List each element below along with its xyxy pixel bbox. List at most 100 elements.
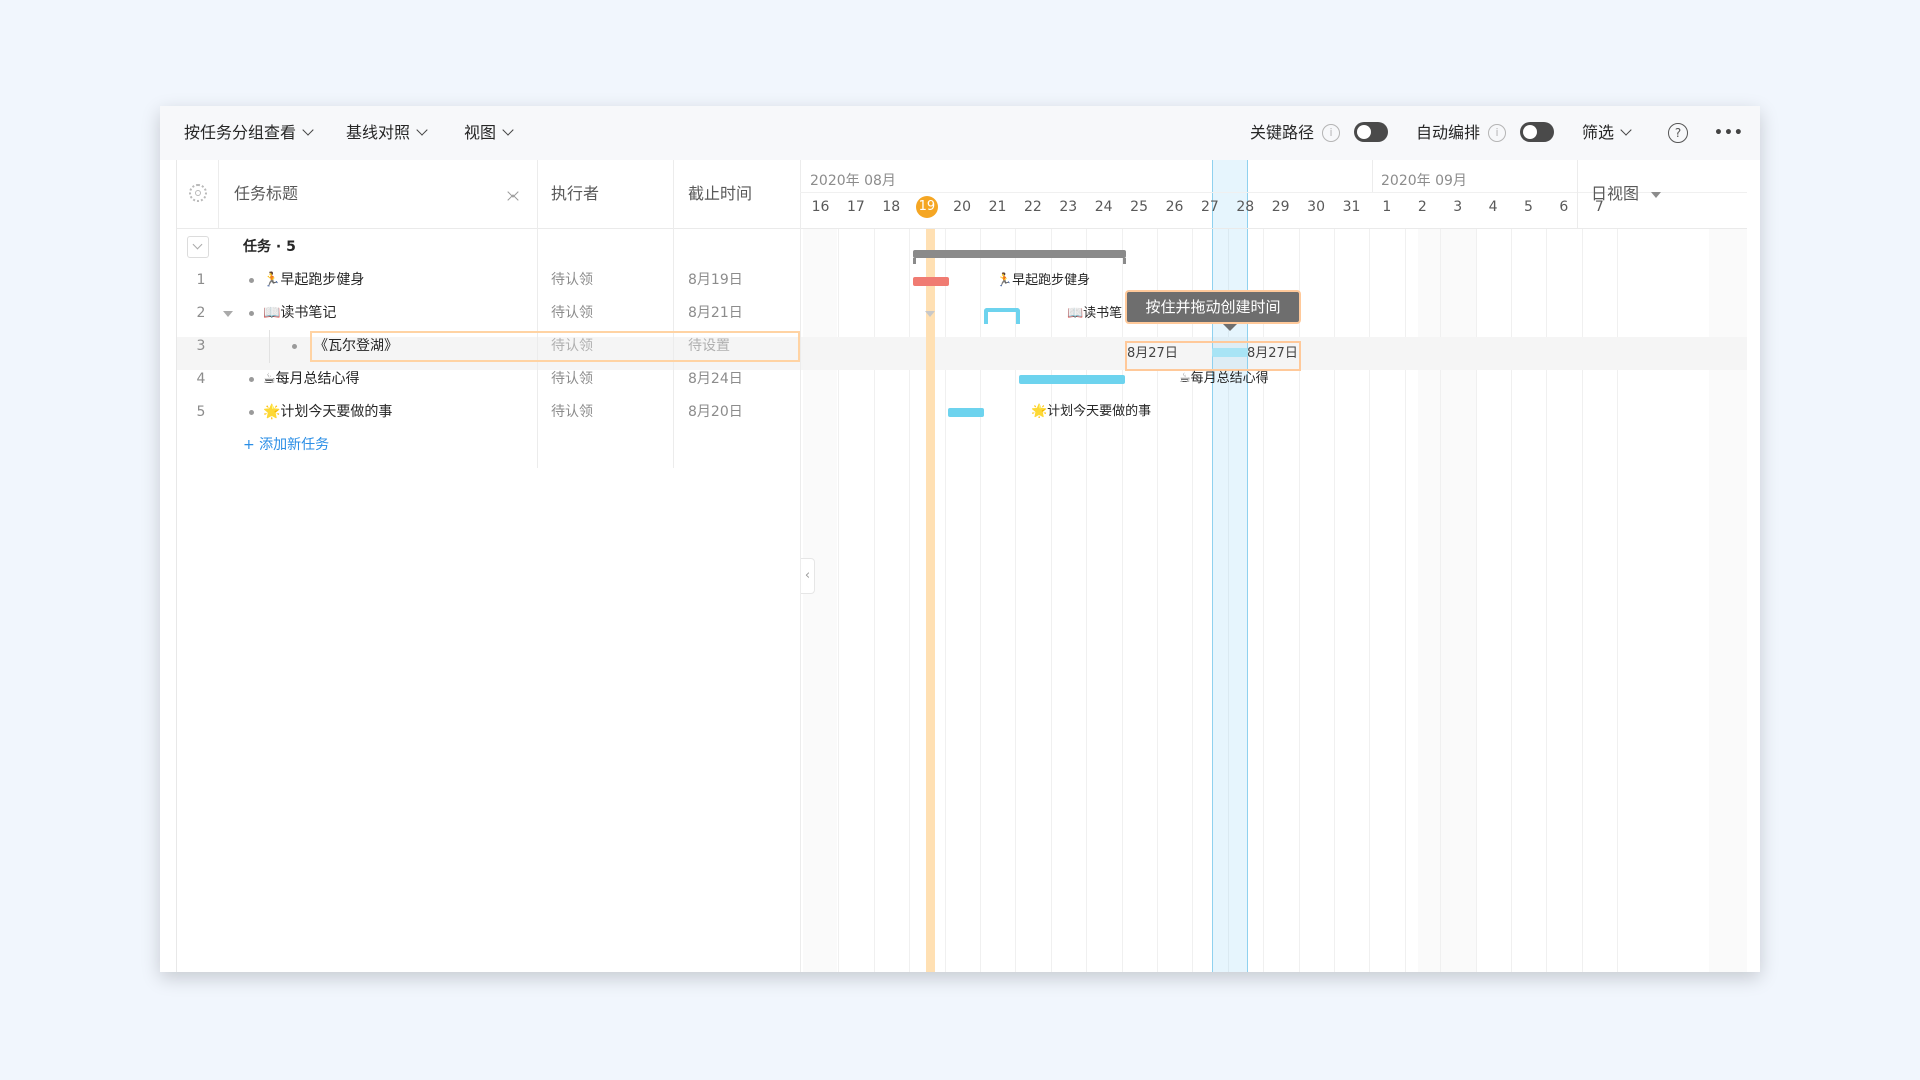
gantt-bar-label: ☕每月总结心得 bbox=[1179, 371, 1269, 386]
collapse-caret-icon[interactable] bbox=[925, 311, 935, 317]
today-line bbox=[926, 228, 935, 972]
caret-down-icon bbox=[1651, 191, 1662, 198]
group-label: 任务 · 5 bbox=[243, 239, 296, 255]
task-assignee[interactable]: 待认领 bbox=[551, 330, 593, 363]
gantt-bar-label: 🌟计划今天要做的事 bbox=[1031, 404, 1152, 419]
day-label: 18 bbox=[882, 199, 901, 215]
task-title[interactable]: 🌟计划今天要做的事 bbox=[263, 396, 392, 429]
task-row[interactable]: 1 🏃早起跑步健身 待认领 8月19日 bbox=[177, 264, 800, 297]
day-label: 21 bbox=[988, 199, 1007, 215]
group-view-label: 按任务分组查看 bbox=[184, 123, 297, 142]
group-view-dropdown[interactable]: 按任务分组查看 bbox=[184, 106, 314, 160]
task-deadline[interactable]: 8月21日 bbox=[688, 297, 743, 330]
info-icon[interactable]: i bbox=[1322, 123, 1341, 142]
day-label: 25 bbox=[1130, 199, 1148, 215]
chevron-down-icon bbox=[192, 239, 203, 250]
column-divider bbox=[1577, 160, 1578, 228]
task-row[interactable]: 4 ☕每月总结心得 待认领 8月24日 bbox=[177, 363, 800, 396]
chevron-down-icon bbox=[502, 124, 514, 136]
gantt-bar-task-4[interactable] bbox=[1019, 375, 1125, 384]
day-label: 5 bbox=[1524, 199, 1533, 215]
add-task-link[interactable]: + 添加新任务 bbox=[243, 429, 329, 462]
gantt-bar-label: 🏃早起跑步健身 bbox=[996, 273, 1091, 288]
group-collapse-toggle[interactable] bbox=[187, 236, 209, 258]
grid-header: 任务标题 执行者 截止时间 2020年 08月 2020年 09月 16 17 18… bbox=[177, 160, 1747, 229]
task-deadline[interactable]: 8月19日 bbox=[688, 264, 743, 297]
chevron-down-icon bbox=[416, 124, 428, 136]
day-label: 1 bbox=[1382, 199, 1392, 215]
task-deadline[interactable]: 8月24日 bbox=[688, 363, 743, 396]
auto-schedule-toggle[interactable] bbox=[1520, 122, 1554, 142]
day-label: 29 bbox=[1271, 199, 1290, 215]
gantt-panel: 任务标题 执行者 截止时间 2020年 08月 2020年 09月 16 17 18… bbox=[176, 160, 1747, 972]
task-title[interactable]: 《瓦尔登湖》 bbox=[314, 330, 398, 363]
day-label: 23 bbox=[1059, 199, 1078, 215]
task-row[interactable]: 2 📖读书笔记 待认领 8月21日 bbox=[177, 297, 800, 330]
chevron-left-icon: ‹ bbox=[804, 568, 811, 583]
auto-schedule-label: 自动编排 i bbox=[1416, 106, 1507, 160]
view-label: 视图 bbox=[464, 123, 497, 142]
gantt-bar-task-5[interactable] bbox=[948, 408, 984, 417]
gantt-bar-task-3-preview[interactable] bbox=[1212, 348, 1248, 357]
drag-hint-tooltip: 按住并拖动创建时间 bbox=[1125, 290, 1301, 324]
filter-dropdown[interactable]: 筛选 bbox=[1582, 106, 1632, 160]
today-day-badge: 19 bbox=[915, 196, 938, 218]
task-deadline[interactable]: 待设置 bbox=[688, 330, 730, 363]
column-divider bbox=[800, 228, 801, 972]
column-header-title[interactable]: 任务标题 bbox=[234, 160, 298, 228]
task-deadline[interactable]: 8月20日 bbox=[688, 396, 743, 429]
day-label: 30 bbox=[1307, 199, 1325, 215]
row-number: 2 bbox=[196, 305, 206, 321]
row-number: 3 bbox=[196, 338, 206, 354]
task-assignee[interactable]: 待认领 bbox=[551, 396, 593, 429]
task-title[interactable]: 📖读书笔记 bbox=[263, 297, 336, 330]
filter-label: 筛选 bbox=[1582, 123, 1615, 142]
settings-gear-icon[interactable] bbox=[189, 184, 207, 202]
expand-caret-icon[interactable] bbox=[223, 311, 233, 317]
day-label: 28 bbox=[1236, 199, 1255, 215]
info-icon[interactable]: i bbox=[1488, 123, 1507, 142]
baseline-dropdown[interactable]: 基线对照 bbox=[346, 106, 428, 160]
column-header-deadline[interactable]: 截止时间 bbox=[688, 160, 752, 228]
bullet-dot bbox=[249, 311, 254, 316]
column-header-assignee[interactable]: 执行者 bbox=[551, 160, 599, 228]
task-assignee[interactable]: 待认领 bbox=[551, 297, 593, 330]
subtask-row[interactable]: 3 《瓦尔登湖》 待认领 待设置 bbox=[177, 330, 800, 363]
view-mode-label: 日视图 bbox=[1591, 184, 1640, 203]
hovered-day-column bbox=[1212, 160, 1248, 972]
critical-path-toggle[interactable] bbox=[1354, 122, 1388, 142]
day-label: 16 bbox=[811, 199, 830, 215]
day-label: 27 bbox=[1200, 199, 1219, 215]
day-label: 20 bbox=[953, 199, 971, 215]
task-title[interactable]: 🏃早起跑步健身 bbox=[263, 264, 364, 297]
collapse-all-icon[interactable] bbox=[507, 184, 519, 206]
bullet-dot bbox=[249, 410, 254, 415]
gantt-parent-bar-task-2[interactable] bbox=[984, 308, 1020, 324]
task-row[interactable]: 5 🌟计划今天要做的事 待认领 8月20日 bbox=[177, 396, 800, 429]
day-label: 17 bbox=[846, 199, 865, 215]
range-end-date: 8月27日 bbox=[1247, 346, 1298, 361]
chevron-down-icon bbox=[302, 124, 314, 136]
task-title[interactable]: ☕每月总结心得 bbox=[263, 363, 360, 396]
more-icon[interactable]: ••• bbox=[1714, 126, 1744, 140]
bullet-dot bbox=[249, 377, 254, 382]
month-label-sep: 2020年 09月 bbox=[1381, 173, 1467, 189]
row-number: 4 bbox=[196, 371, 206, 387]
bullet-dot bbox=[249, 278, 254, 283]
month-label-aug: 2020年 08月 bbox=[810, 173, 896, 189]
gantt-bar-task-1[interactable] bbox=[913, 277, 949, 286]
collapse-panel-handle[interactable]: ‹ bbox=[801, 558, 815, 594]
help-icon[interactable]: ? bbox=[1668, 123, 1688, 143]
gantt-card: 按任务分组查看 基线对照 视图 关键路径 i 自动编排 i 筛选 ? ••• 任务标… bbox=[160, 106, 1760, 972]
task-assignee[interactable]: 待认领 bbox=[551, 363, 593, 396]
view-mode-dropdown[interactable]: 日视图 bbox=[1591, 160, 1662, 228]
day-label: 3 bbox=[1453, 199, 1463, 215]
task-assignee[interactable]: 待认领 bbox=[551, 264, 593, 297]
toolbar: 按任务分组查看 基线对照 视图 关键路径 i 自动编排 i 筛选 ? ••• bbox=[160, 106, 1760, 160]
day-label: 31 bbox=[1342, 199, 1361, 215]
gantt-bar-label: 📖读书笔 bbox=[1067, 306, 1123, 321]
bullet-dot bbox=[292, 344, 297, 349]
column-divider bbox=[800, 160, 801, 228]
view-dropdown[interactable]: 视图 bbox=[464, 106, 514, 160]
month-divider bbox=[1372, 160, 1373, 192]
